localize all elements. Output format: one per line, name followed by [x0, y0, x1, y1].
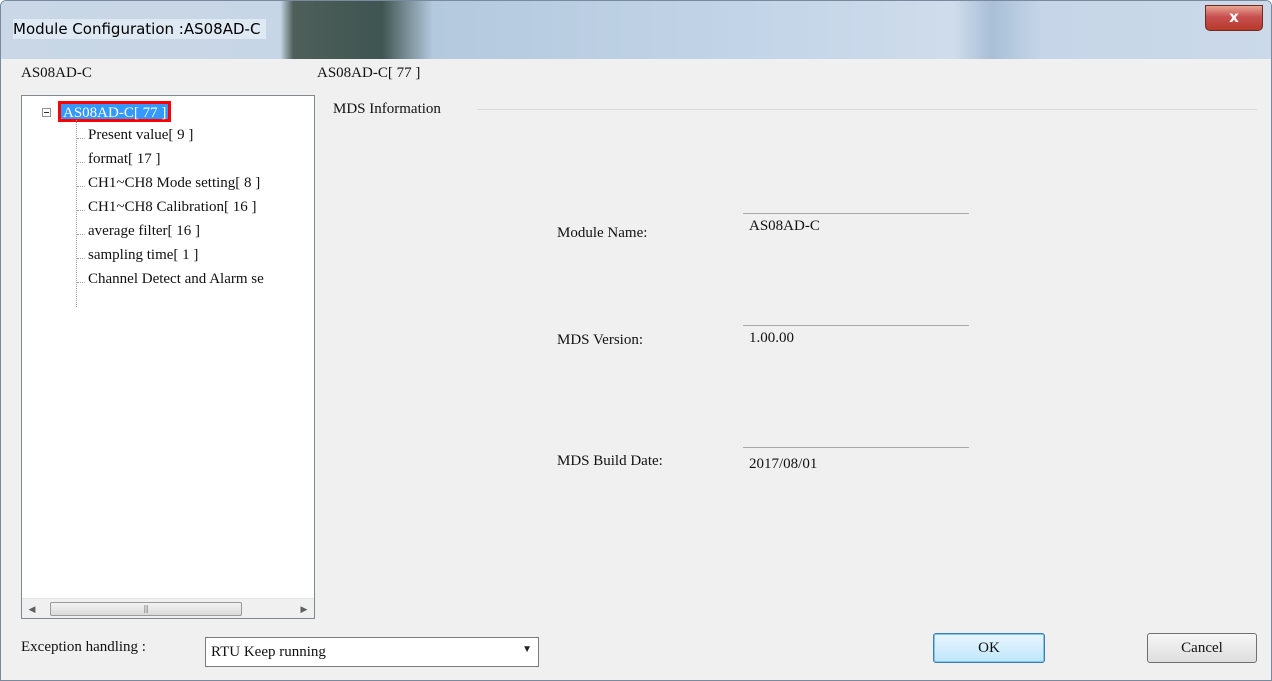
- tree-branch: [77, 234, 85, 235]
- window-title: Module Configuration :AS08AD-C: [13, 19, 267, 39]
- tree-branch: [77, 138, 85, 139]
- ok-button[interactable]: OK: [933, 633, 1045, 663]
- tree-item-channel-detect[interactable]: Channel Detect and Alarm se: [88, 271, 314, 288]
- tree-item-sampling-time[interactable]: sampling time[ 1 ]: [88, 247, 198, 264]
- scroll-left-icon[interactable]: ◀: [24, 601, 40, 617]
- title-bar[interactable]: Module Configuration :AS08AD-C x: [1, 1, 1271, 59]
- tree-branch: [77, 162, 85, 163]
- tree-root-node[interactable]: AS08AD-C[ 77 ]: [58, 101, 172, 122]
- cancel-button[interactable]: Cancel: [1147, 633, 1257, 663]
- exception-handling-value: RTU Keep running: [211, 644, 326, 660]
- module-tree[interactable]: AS08AD-C[ 77 ] Present value[ 9 ] format…: [21, 95, 315, 619]
- mds-build-date-label: MDS Build Date:: [557, 453, 663, 469]
- mds-version-label: MDS Version:: [557, 332, 643, 348]
- tree-item-mode-setting[interactable]: CH1~CH8 Mode setting[ 8 ]: [88, 175, 260, 192]
- close-button[interactable]: x: [1205, 5, 1263, 31]
- tree-branch: [77, 258, 85, 259]
- scrollbar-thumb[interactable]: |||: [50, 602, 242, 616]
- collapse-icon[interactable]: [42, 108, 51, 117]
- tree-branch: [77, 186, 85, 187]
- right-panel-header: AS08AD-C[ 77 ]: [317, 65, 421, 81]
- tree-item-present-value[interactable]: Present value[ 9 ]: [88, 127, 193, 144]
- exception-handling-label: Exception handling :: [21, 639, 146, 655]
- tree-item-format[interactable]: format[ 17 ]: [88, 151, 160, 168]
- tree-connector: [76, 120, 77, 307]
- tree-branch: [77, 282, 85, 283]
- mds-version-value: 1.00.00: [743, 325, 969, 361]
- module-configuration-window: Module Configuration :AS08AD-C x AS08AD-…: [0, 0, 1272, 681]
- mds-build-date-value: 2017/08/01: [743, 447, 969, 483]
- mds-group-divider: [477, 109, 1257, 110]
- tree-item-average-filter[interactable]: average filter[ 16 ]: [88, 223, 200, 240]
- module-name-label: Module Name:: [557, 225, 648, 241]
- close-icon: x: [1229, 8, 1239, 26]
- tree-item-calibration[interactable]: CH1~CH8 Calibration[ 16 ]: [88, 199, 257, 216]
- scroll-right-icon[interactable]: ▶: [296, 601, 312, 617]
- tree-horizontal-scrollbar[interactable]: ◀ ||| ▶: [22, 598, 314, 618]
- dialog-client: AS08AD-C AS08AD-C[ 77 ] AS08AD-C[ 77 ] P…: [9, 59, 1263, 674]
- mds-group-title: MDS Information: [333, 101, 441, 117]
- exception-handling-select[interactable]: RTU Keep running ▼: [205, 637, 539, 667]
- tree-branch: [77, 210, 85, 211]
- dropdown-arrow-icon[interactable]: ▼: [522, 644, 532, 655]
- module-name-value: AS08AD-C: [743, 213, 969, 249]
- left-panel-header: AS08AD-C: [21, 65, 92, 81]
